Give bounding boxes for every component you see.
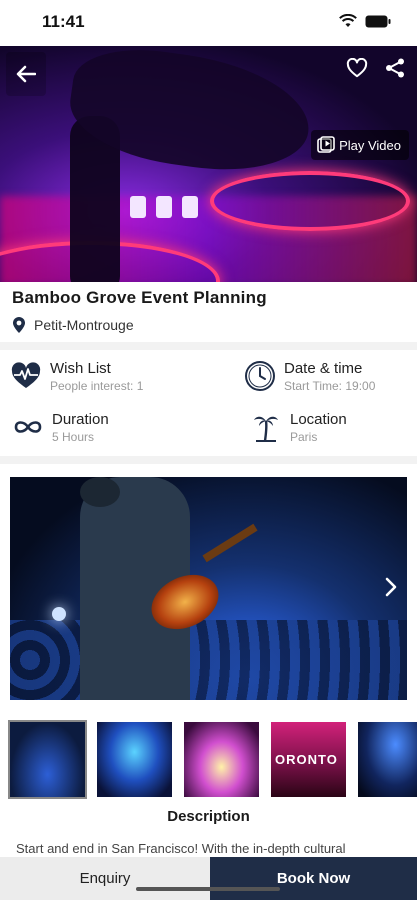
- status-icons: [339, 14, 391, 28]
- share-button[interactable]: [383, 56, 407, 80]
- info-wish-list[interactable]: Wish List People interest: 1: [10, 360, 143, 394]
- info-location[interactable]: Location Paris: [250, 411, 347, 445]
- gallery-next-button[interactable]: [381, 573, 401, 601]
- event-location: Petit-Montrouge: [12, 316, 134, 334]
- gallery-thumbnail[interactable]: ORONTO: [271, 722, 346, 797]
- share-icon: [386, 58, 404, 78]
- enquiry-button[interactable]: Enquiry: [0, 857, 210, 900]
- heartbeat-icon: [10, 360, 42, 392]
- info-sub: Start Time: 19:00: [284, 379, 376, 393]
- map-pin-icon: [13, 317, 25, 333]
- home-indicator[interactable]: [136, 887, 280, 891]
- info-duration[interactable]: Duration 5 Hours: [12, 411, 109, 445]
- crowd: [10, 620, 407, 700]
- divider: [0, 342, 417, 350]
- info-sub: People interest: 1: [50, 379, 144, 393]
- bottom-action-bar: Enquiry Book Now: [0, 857, 417, 900]
- knob: [182, 196, 198, 218]
- chevron-right-icon: [385, 577, 397, 597]
- book-now-button[interactable]: Book Now: [210, 857, 417, 900]
- status-bar: 11:41: [0, 0, 417, 46]
- gallery-thumbnail[interactable]: [8, 720, 87, 799]
- favorite-button[interactable]: [345, 56, 369, 80]
- battery-icon: [365, 15, 391, 27]
- info-location-text: Location Paris: [290, 411, 347, 445]
- info-label: Location: [290, 411, 347, 428]
- info-date-time-text: Date & time Start Time: 19:00: [284, 360, 375, 394]
- knob: [156, 196, 172, 218]
- stage-light: [52, 607, 66, 621]
- thumbnail-text: ORONTO: [275, 752, 338, 767]
- dj-knobs: [130, 196, 198, 218]
- info-label: Wish List: [50, 360, 111, 377]
- clock-icon: [244, 360, 276, 392]
- status-time: 11:41: [42, 12, 85, 31]
- description-heading: Description: [167, 808, 250, 825]
- info-label: Date & time: [284, 360, 363, 377]
- info-sub: 5 Hours: [52, 430, 95, 444]
- guitarist-head: [80, 477, 120, 507]
- gallery-thumbnails: ORONTO: [8, 720, 417, 799]
- guitar-neck: [202, 523, 258, 563]
- info-duration-text: Duration 5 Hours: [52, 411, 109, 445]
- knob: [130, 196, 146, 218]
- infinity-icon: [12, 411, 44, 443]
- play-video-label: Play Video: [339, 137, 401, 153]
- event-location-text: Petit-Montrouge: [34, 317, 134, 333]
- gallery-thumbnail[interactable]: [358, 722, 417, 797]
- info-wish-list-text: Wish List People interest: 1: [50, 360, 143, 394]
- gallery-thumbnail[interactable]: [97, 722, 172, 797]
- gallery-main-image[interactable]: [10, 477, 407, 700]
- play-video-icon: [317, 136, 335, 153]
- info-sub: Paris: [290, 430, 318, 444]
- gallery-thumbnail[interactable]: [184, 722, 259, 797]
- dj-turntable: [210, 171, 410, 231]
- back-arrow-icon: [16, 65, 36, 83]
- info-date-time[interactable]: Date & time Start Time: 19:00: [244, 360, 375, 394]
- wifi-icon: [339, 14, 357, 27]
- event-title: Bamboo Grove Event Planning: [12, 288, 267, 307]
- palm-tree-icon: [250, 411, 282, 443]
- play-video-button[interactable]: Play Video: [311, 130, 409, 160]
- info-label: Duration: [52, 411, 109, 428]
- back-button[interactable]: [6, 52, 46, 96]
- hero-image: Play Video: [0, 46, 417, 282]
- description-text: Start and end in San Francisco! With the…: [16, 841, 346, 856]
- heart-outline-icon: [346, 58, 368, 78]
- divider: [0, 456, 417, 464]
